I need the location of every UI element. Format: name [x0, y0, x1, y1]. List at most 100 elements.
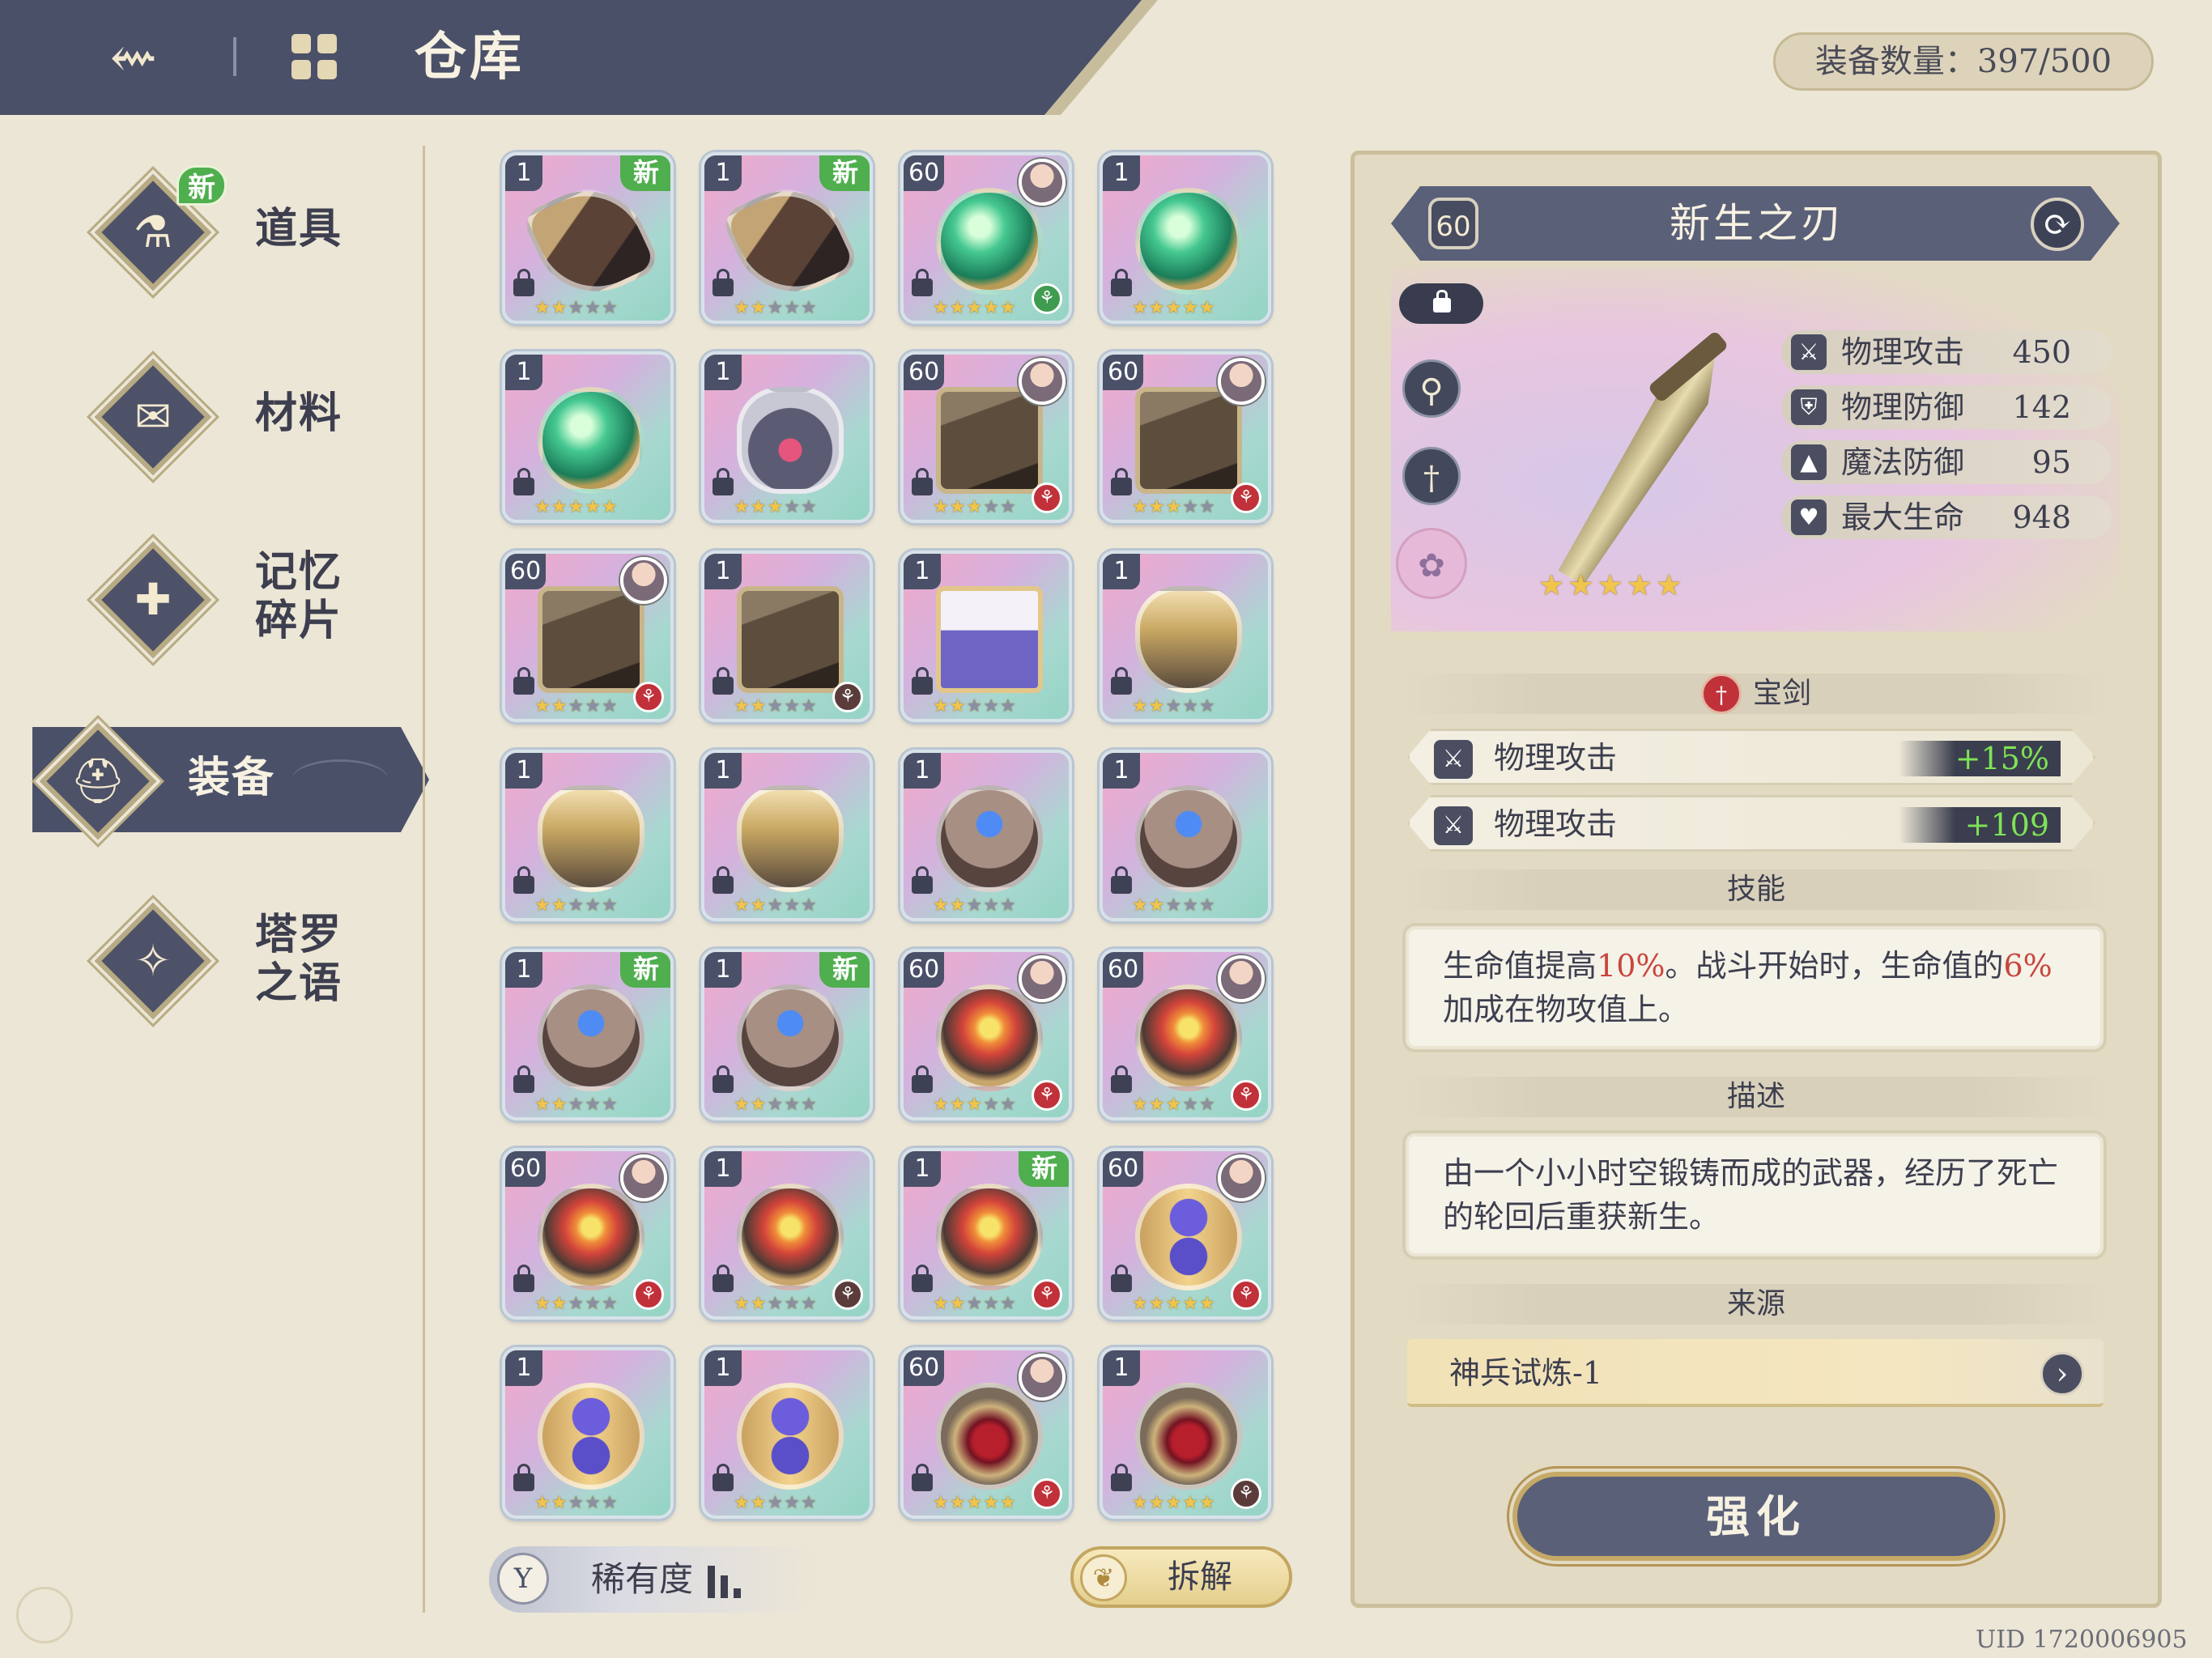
equipment-slot[interactable]: 1 ★★★★★: [900, 750, 1072, 921]
description-text: 由一个小小时空锻铸而成的武器，经历了死亡的轮回后重获新生。: [1402, 1130, 2107, 1260]
slot-level: 60: [505, 554, 547, 589]
category-label-line1: 记忆: [255, 547, 343, 597]
star-icon: ★: [551, 1294, 568, 1314]
star-icon: ★: [1198, 1294, 1216, 1314]
equipment-slot[interactable]: 1 新 ★★★★★: [502, 949, 674, 1120]
star-icon: ★: [784, 1095, 801, 1115]
category-items[interactable]: ⚗ 新 道具: [94, 165, 421, 291]
star-icon: ★: [1148, 497, 1166, 517]
equipment-slot[interactable]: 1 新 ★★★★★: [502, 152, 674, 324]
star-icon: ★: [1132, 298, 1149, 318]
category-equipment[interactable]: ⛑ 装备: [39, 719, 366, 840]
equipment-slot[interactable]: 60 ⚘ ★★★★★: [1100, 949, 1271, 1120]
equipment-slot[interactable]: 1 ⚘ ★★★★★: [701, 1148, 873, 1320]
equipment-slot[interactable]: 1 新 ★★★★★: [701, 152, 873, 324]
star-icon: ★: [1182, 1493, 1199, 1513]
equipment-slot[interactable]: 60 ⚘ ★★★★★: [502, 551, 674, 722]
star-icon: ★: [601, 696, 619, 716]
equipped-heroes-icon[interactable]: ⚲: [1402, 359, 1461, 418]
slot-level: 1: [1103, 1350, 1140, 1386]
star-icon: ★: [933, 696, 950, 716]
star-icon: ★: [949, 696, 967, 716]
star-icon: ★: [784, 696, 801, 716]
equipment-slot[interactable]: 1 新 ⚘ ★★★★★: [900, 1148, 1072, 1320]
equipment-slot[interactable]: 1 ★★★★★: [502, 351, 674, 523]
lock-toggle-button[interactable]: [1399, 283, 1483, 324]
heart-icon: ♥: [1791, 500, 1827, 535]
star-icon: ★: [800, 1294, 818, 1314]
lock-icon: [1111, 1265, 1132, 1292]
equipment-slot[interactable]: 60 ⚘ ★★★★★: [1100, 351, 1271, 523]
star-icon: ★: [551, 696, 568, 716]
lock-icon: [713, 866, 734, 894]
description-header: 描述: [1401, 1077, 2112, 1117]
slot-level: 1: [704, 355, 742, 390]
star-icon: ★: [767, 1294, 785, 1314]
equipment-slot[interactable]: 60 ⚘ ★★★★★: [900, 1347, 1072, 1519]
weapon-type-side-icon[interactable]: †: [1402, 447, 1461, 505]
set-emblem-icon[interactable]: ✿: [1396, 528, 1467, 599]
category-materials[interactable]: ✉ 材料: [94, 355, 421, 476]
rarity-filter-button[interactable]: Y 稀有度: [489, 1546, 821, 1613]
menu-grid-icon[interactable]: [291, 34, 338, 81]
equipment-slot[interactable]: 1 ★★★★★: [502, 1347, 674, 1519]
star-icon: ★: [1132, 1095, 1149, 1115]
category-memory-fragments[interactable]: ✚ 记忆 碎片: [94, 538, 421, 659]
star-icon: ★: [1165, 298, 1183, 318]
equipment-slot[interactable]: 1 新 ★★★★★: [701, 949, 873, 1120]
equipment-slot[interactable]: 1 ★★★★★: [701, 1347, 873, 1519]
slot-level: 60: [904, 1350, 945, 1386]
star-icon: ★: [534, 1294, 551, 1314]
enhance-button[interactable]: 强化: [1512, 1472, 2000, 1561]
slot-stars: ★★★★★: [1132, 1294, 1216, 1315]
equipment-slot[interactable]: 60 ⚘ ★★★★★: [1100, 1148, 1271, 1320]
equipment-slot[interactable]: 60 ⚘ ★★★★★: [900, 351, 1072, 523]
slot-stars: ★★★★★: [933, 298, 1017, 319]
owner-avatar: [1019, 955, 1066, 1002]
equipment-slot[interactable]: 1 ★★★★★: [701, 750, 873, 921]
sword-icon: ⚔: [1434, 806, 1473, 845]
dismantle-button[interactable]: ❦ 拆解: [1070, 1546, 1292, 1608]
owner-avatar: [620, 1154, 667, 1201]
helmet-icon: ⛑: [39, 722, 157, 840]
slot-stars: ★★★★★: [1132, 1493, 1216, 1514]
equipment-slot[interactable]: 60 ⚘ ★★★★★: [502, 1148, 674, 1320]
slot-level: 1: [505, 753, 542, 789]
equipment-slot[interactable]: 60 ⚘ ★★★★★: [900, 949, 1072, 1120]
back-arrow-icon[interactable]: ⇜: [85, 23, 182, 92]
skill-text: 生命值提高10%。战斗开始时，生命值的6% 加成在物攻值上。: [1402, 923, 2107, 1052]
star-icon: ★: [983, 696, 1000, 716]
star-icon: ★: [601, 1095, 619, 1115]
slot-stars: ★★★★★: [534, 1294, 619, 1315]
lock-icon: [1111, 866, 1132, 894]
equipment-slot[interactable]: 1 ⚘ ★★★★★: [701, 551, 873, 722]
star-icon: ★: [800, 497, 818, 517]
star-icon: ★: [1182, 895, 1199, 916]
equipment-slot[interactable]: 1 ★★★★★: [701, 351, 873, 523]
source-link[interactable]: 神兵试炼-1 ›: [1407, 1339, 2104, 1407]
equipment-slot[interactable]: 1 ★★★★★: [1100, 750, 1271, 921]
chevron-right-icon[interactable]: ›: [2040, 1352, 2084, 1396]
fire-artwork: [936, 1184, 1043, 1290]
owner-avatar: [1218, 955, 1265, 1002]
slot-stars: ★★★★★: [933, 696, 1017, 717]
equipment-slot[interactable]: 1 ★★★★★: [1100, 551, 1271, 722]
equipment-slot[interactable]: 60 ⚘ ★★★★★: [900, 152, 1072, 324]
star-icon: ★: [983, 1095, 1000, 1115]
lock-icon: [912, 1065, 933, 1093]
slot-stars: ★★★★★: [933, 1294, 1017, 1315]
new-badge: 新: [1019, 1151, 1069, 1187]
star-icon: ★: [767, 696, 785, 716]
star-icon: ★: [983, 1294, 1000, 1314]
equipment-slot[interactable]: 1 ⚘ ★★★★★: [1100, 1347, 1271, 1519]
category-tarot[interactable]: ✧ 塔罗 之语: [94, 899, 421, 1020]
slot-level: 1: [704, 952, 742, 988]
swap-icon[interactable]: ⟳: [2031, 198, 2084, 251]
ring-artwork: [936, 785, 1043, 892]
equipment-slot[interactable]: 1 ★★★★★: [502, 750, 674, 921]
equipment-slot[interactable]: 1 ★★★★★: [1100, 152, 1271, 324]
equipment-slot[interactable]: 1 ★★★★★: [900, 551, 1072, 722]
gauntlet-artwork: [520, 170, 662, 312]
lock-icon: [513, 468, 534, 495]
skill-highlight: 6%: [2003, 948, 2052, 984]
